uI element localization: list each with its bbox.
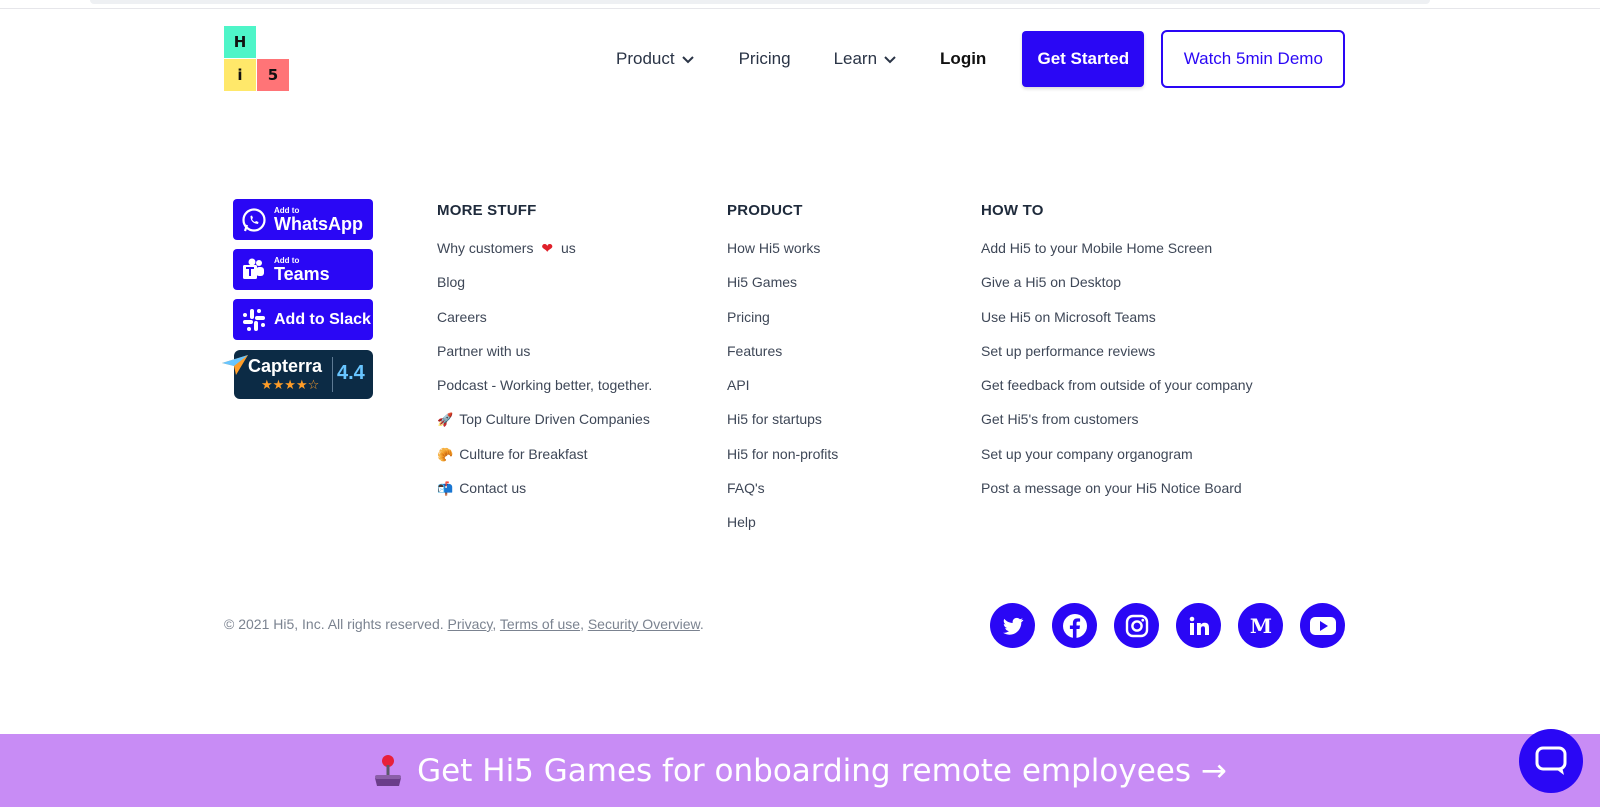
add-to-whatsapp-button[interactable]: Add to WhatsApp — [233, 199, 373, 240]
medium-icon: M — [1249, 614, 1271, 638]
facebook-icon — [1062, 613, 1087, 638]
footer-link-pricing[interactable]: Pricing — [727, 308, 838, 342]
footer-link-contact[interactable]: 📬 Contact us — [437, 479, 652, 513]
footer-link-howto-2[interactable]: Give a Hi5 on Desktop — [981, 273, 1253, 307]
chevron-down-icon — [681, 56, 694, 64]
footer-link-hi5-games[interactable]: Hi5 Games — [727, 273, 838, 307]
nav-pricing[interactable]: Pricing — [739, 49, 791, 69]
facebook-link[interactable] — [1052, 603, 1097, 648]
footer-column-more-stuff: MORE STUFF Why customers ❤ us Blog Caree… — [437, 202, 652, 513]
hi5-logo[interactable]: H i 5 — [224, 26, 290, 92]
link-text: Contact us — [459, 480, 527, 497]
footer-link-features[interactable]: Features — [727, 342, 838, 376]
footer-link-careers[interactable]: Careers — [437, 308, 652, 342]
capterra-score: 4.4 — [337, 362, 365, 384]
heart-icon: ❤ — [541, 240, 554, 256]
capterra-arrow-icon — [222, 355, 248, 375]
linkedin-icon — [1189, 616, 1209, 635]
teams-icon — [243, 258, 264, 279]
footer-link-howto-1[interactable]: Add Hi5 to your Mobile Home Screen — [981, 239, 1253, 273]
nav-learn-label: Learn — [833, 49, 878, 68]
footer-column-product: PRODUCT How Hi5 works Hi5 Games Pricing … — [727, 202, 838, 548]
footer-link-blog[interactable]: Blog — [437, 273, 652, 307]
link-text: us — [560, 240, 576, 256]
footer-link-faqs[interactable]: FAQ's — [727, 479, 838, 513]
footer-link-howto-5[interactable]: Get feedback from outside of your compan… — [981, 376, 1253, 410]
footer-link-howto-6[interactable]: Get Hi5's from customers — [981, 410, 1253, 444]
nav-login[interactable]: Login — [940, 49, 986, 69]
linkedin-link[interactable] — [1176, 603, 1221, 648]
footer-link-culture-breakfast[interactable]: 🥐 Culture for Breakfast — [437, 445, 652, 479]
instagram-icon — [1125, 614, 1148, 637]
footer-link-howto-8[interactable]: Post a message on your Hi5 Notice Board — [981, 479, 1253, 513]
rocket-icon: 🚀 — [437, 412, 454, 428]
chat-widget-button[interactable] — [1519, 729, 1583, 793]
copyright-line: © 2021 Hi5, Inc. All rights reserved. Pr… — [224, 616, 704, 632]
croissant-icon: 🥐 — [437, 446, 454, 462]
instagram-link[interactable] — [1114, 603, 1159, 648]
browser-top-edge — [0, 0, 1600, 9]
footer-link-why-customers[interactable]: Why customers ❤ us — [437, 239, 652, 273]
chevron-down-icon — [884, 56, 896, 64]
capterra-rating-badge[interactable]: Capterra ★★★★☆ 4.4 — [222, 350, 373, 399]
joystick-icon — [375, 754, 402, 786]
capterra-divider — [332, 357, 333, 392]
footer-link-help[interactable]: Help — [727, 513, 838, 547]
youtube-link[interactable] — [1300, 603, 1345, 648]
privacy-link[interactable]: Privacy — [448, 616, 493, 632]
scrollbar-track — [90, 0, 1430, 4]
nav-learn[interactable]: Learn — [834, 49, 897, 69]
link-text: Culture for Breakfast — [459, 445, 588, 462]
link-text: Top Culture Driven Companies — [459, 411, 650, 428]
capterra-stars: ★★★★☆ — [261, 377, 320, 392]
whatsapp-badge-big: WhatsApp — [274, 214, 363, 234]
slack-icon — [243, 308, 265, 331]
footer-column-how-to: HOW TO Add Hi5 to your Mobile Home Scree… — [981, 202, 1253, 513]
footer-link-howto-4[interactable]: Set up performance reviews — [981, 342, 1253, 376]
youtube-icon — [1309, 616, 1336, 635]
twitter-link[interactable] — [990, 603, 1035, 648]
footer-link-how-hi5-works[interactable]: How Hi5 works — [727, 239, 838, 273]
medium-link[interactable]: M — [1238, 603, 1283, 648]
copyright-text: © 2021 Hi5, Inc. All rights reserved. — [224, 616, 444, 632]
footer-link-top-culture[interactable]: 🚀 Top Culture Driven Companies — [437, 410, 652, 444]
nav-product-label: Product — [616, 49, 675, 68]
twitter-icon — [1002, 617, 1023, 635]
footer-link-non-profits[interactable]: Hi5 for non-profits — [727, 445, 838, 479]
footer-link-api[interactable]: API — [727, 376, 838, 410]
logo-cell-i: i — [224, 59, 256, 91]
footer-link-startups[interactable]: Hi5 for startups — [727, 410, 838, 444]
footer-link-howto-3[interactable]: Use Hi5 on Microsoft Teams — [981, 308, 1253, 342]
link-text: Why customers — [437, 240, 534, 256]
footer-link-howto-7[interactable]: Set up your company organogram — [981, 445, 1253, 479]
watch-demo-button[interactable]: Watch 5min Demo — [1161, 30, 1346, 88]
social-links: M — [990, 603, 1345, 648]
whatsapp-icon — [242, 207, 266, 232]
security-link[interactable]: Security Overview — [588, 616, 700, 632]
chat-bubble-icon — [1535, 746, 1567, 775]
get-started-button[interactable]: Get Started — [1022, 31, 1145, 87]
promo-banner[interactable]: Get Hi5 Games for onboarding remote empl… — [0, 734, 1600, 807]
nav-product[interactable]: Product — [616, 49, 695, 69]
capterra-name: Capterra — [248, 356, 323, 376]
svg-text:M: M — [1249, 614, 1271, 638]
mailbox-icon: 📬 — [437, 481, 454, 497]
footer-link-podcast[interactable]: Podcast - Working better, together. — [437, 376, 652, 410]
column-heading: PRODUCT — [727, 202, 803, 219]
terms-link[interactable]: Terms of use — [500, 616, 580, 632]
slack-badge-label: Add to Slack — [274, 310, 371, 328]
column-heading: HOW TO — [981, 202, 1044, 219]
column-heading: MORE STUFF — [437, 202, 537, 219]
promo-banner-text: Get Hi5 Games for onboarding remote empl… — [417, 752, 1227, 789]
main-nav: Product Pricing Learn Login Get Started … — [616, 30, 1346, 88]
add-to-teams-button[interactable]: Add to Teams — [233, 249, 373, 290]
teams-badge-big: Teams — [274, 264, 330, 284]
footer-link-partner[interactable]: Partner with us — [437, 342, 652, 376]
logo-cell-5: 5 — [257, 59, 289, 91]
logo-cell-h: H — [224, 26, 256, 58]
add-to-slack-button[interactable]: Add to Slack — [233, 299, 373, 340]
